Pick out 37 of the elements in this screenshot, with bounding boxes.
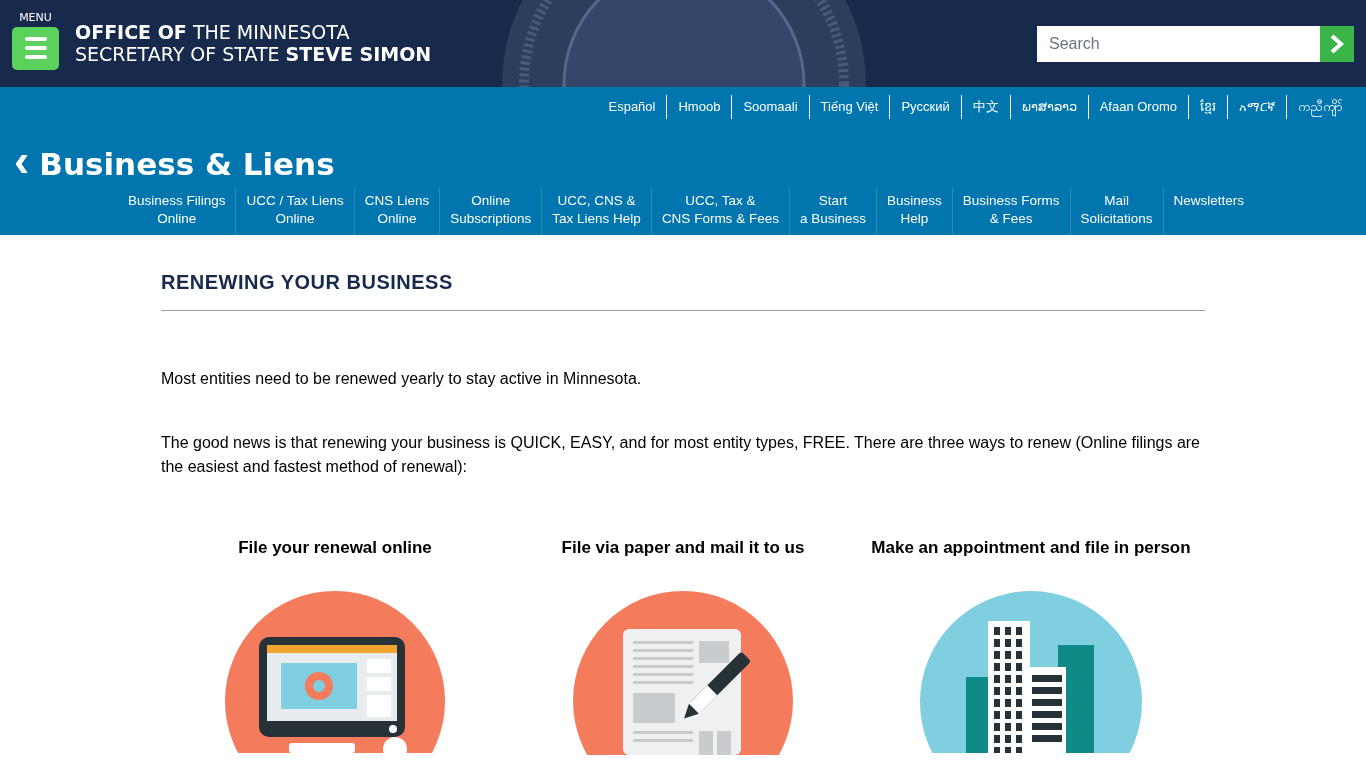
language-link[interactable]: Русский <box>889 95 961 119</box>
page-heading: RENEWING YOUR BUSINESS <box>161 267 1205 311</box>
nav-link[interactable]: Online Subscriptions <box>439 187 542 235</box>
site-title[interactable]: OFFICE OF THE MINNESOTA <box>75 20 432 43</box>
option-title: File via paper and mail it to us <box>561 537 805 559</box>
menu-label: MENU <box>19 11 52 23</box>
nav-link[interactable]: Mail Solicitations <box>1069 187 1163 235</box>
body-paragraph: The good news is that renewing your business is QUICK, EASY, and for most entity types, FREE. There are three ways to renew (Online filings are the easiest and fastest method of renewal): <box>161 433 1201 477</box>
nav-link[interactable]: CNS Liens Online <box>353 187 440 235</box>
nav-link[interactable]: Business Filings Online <box>117 187 236 235</box>
nav-link[interactable]: Newsletters <box>1162 187 1255 235</box>
search-button[interactable] <box>1320 25 1354 62</box>
language-link[interactable]: አማርኛ <box>1227 95 1286 119</box>
nav-link[interactable]: UCC / Tax Liens Online <box>235 187 354 235</box>
nav-link[interactable]: Start a Business <box>788 187 876 235</box>
nav-link[interactable]: Business Forms & Fees <box>951 187 1070 235</box>
language-link[interactable]: ကညီကျိာ် <box>1286 95 1354 119</box>
search-field[interactable]: Search <box>1037 25 1320 62</box>
nav-link[interactable]: Business Help <box>875 187 952 235</box>
option-title: File your renewal online <box>238 537 432 559</box>
language-link[interactable]: Tiếng Việt <box>808 95 890 119</box>
nav-link[interactable]: UCC, CNS & Tax Liens Help <box>541 187 651 235</box>
section-title: Business & Liens <box>39 144 335 184</box>
nav-link[interactable]: UCC, Tax & CNS Forms & Fees <box>650 187 789 235</box>
language-link[interactable]: Soomaali <box>731 95 809 119</box>
back-chevron-icon[interactable]: ‹ <box>14 137 30 183</box>
language-link[interactable]: ខ្មែរ <box>1188 95 1227 119</box>
site-title[interactable]: SECRETARY OF STATE STEVE SIMON <box>75 42 432 65</box>
language-link[interactable]: 中文 <box>960 95 1010 119</box>
option-title: Make an appointment and file in person <box>871 537 1191 559</box>
body-paragraph: Most entities need to be renewed yearly to stay active in Minnesota. <box>161 369 643 389</box>
language-link[interactable]: ພາສາລາວ <box>1009 95 1088 119</box>
language-link[interactable]: Hmoob <box>666 95 732 119</box>
menu-button[interactable] <box>12 26 59 70</box>
language-link[interactable]: Afaan Oromo <box>1087 95 1188 119</box>
language-link[interactable]: Español <box>597 95 667 119</box>
chevron-right-icon <box>1329 33 1345 54</box>
